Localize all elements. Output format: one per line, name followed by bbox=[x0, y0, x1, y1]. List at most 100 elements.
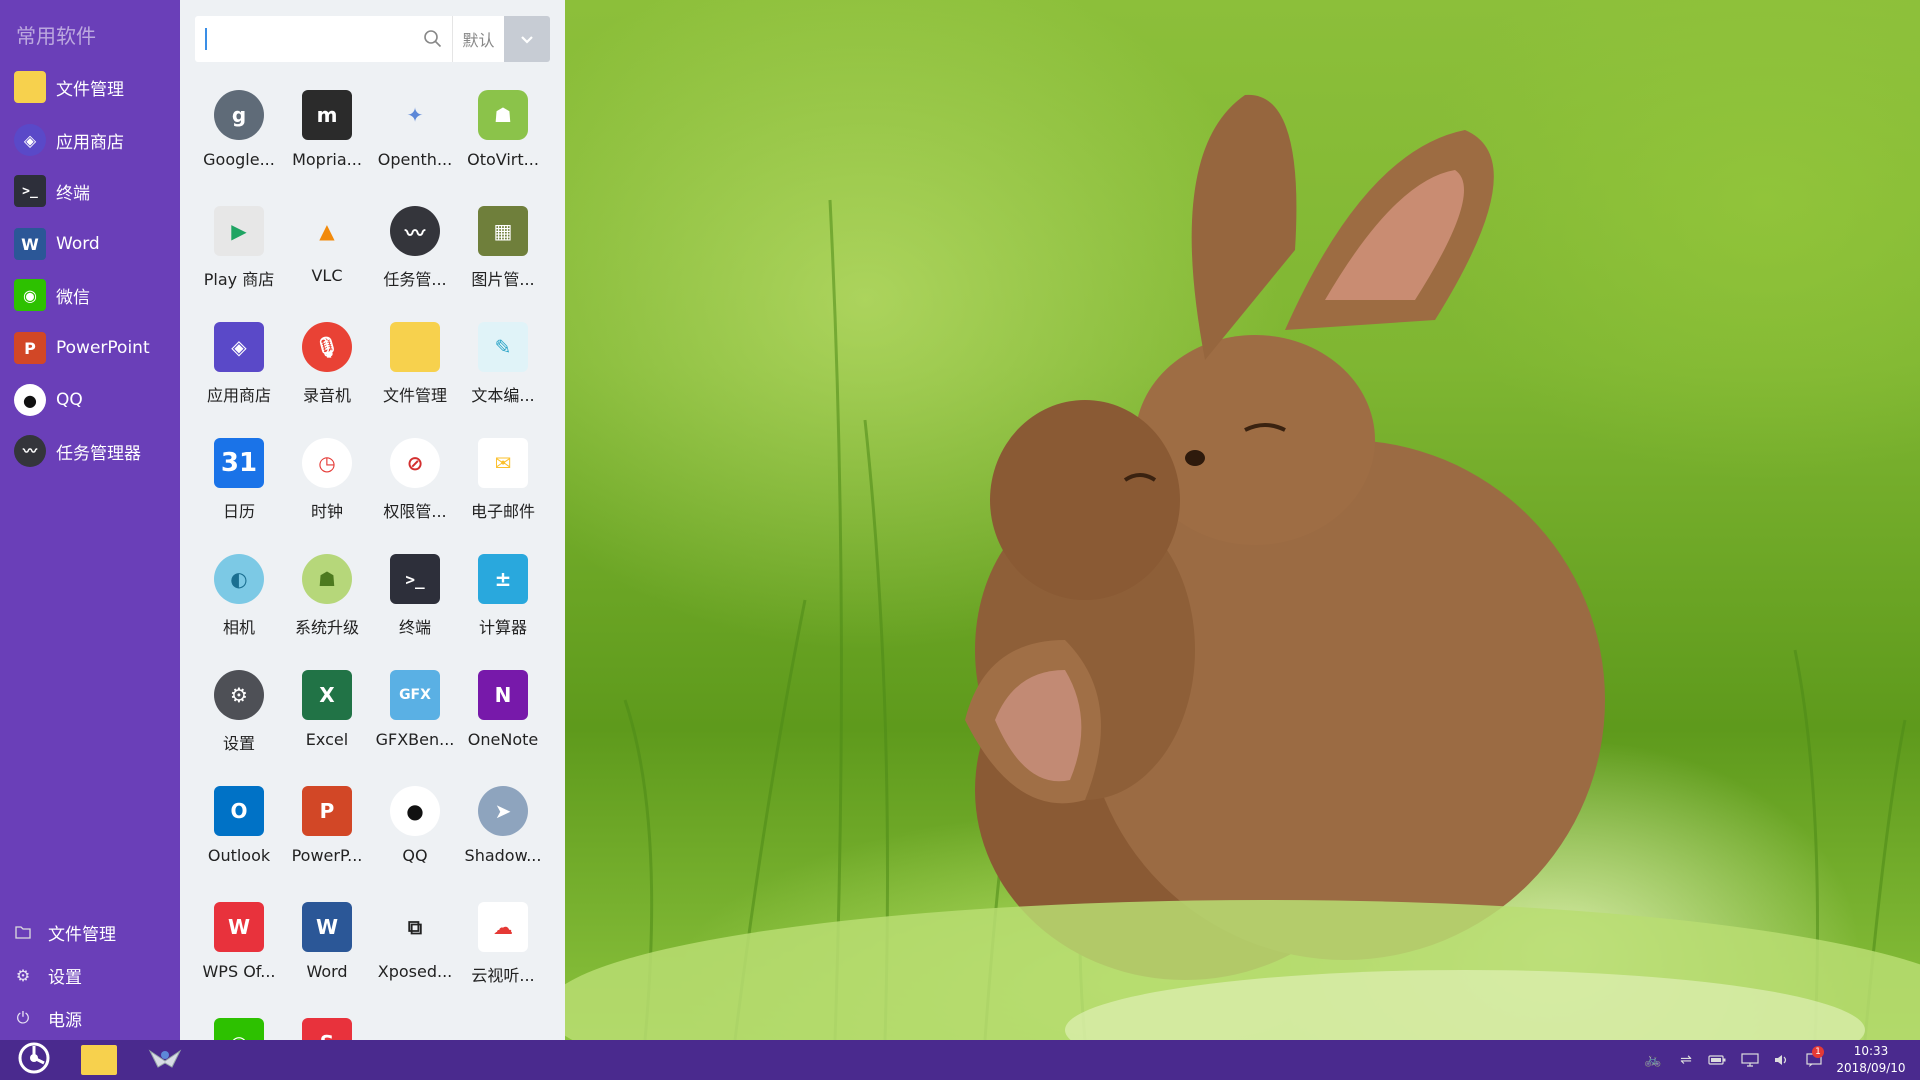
calculator-icon: ± bbox=[478, 554, 528, 604]
app-tile-wps-red[interactable]: S bbox=[283, 1008, 371, 1040]
app-tile-label: 云视听... bbox=[471, 966, 535, 985]
sidebar-item-terminal[interactable]: >_ 终端 bbox=[0, 168, 180, 214]
app-tile-label: 权限管... bbox=[383, 502, 447, 521]
search-icon[interactable] bbox=[413, 16, 453, 62]
app-tile-xposed[interactable]: ⧉ Xposed... bbox=[371, 892, 459, 1002]
app-tile-calendar[interactable]: 31 日历 bbox=[195, 428, 283, 538]
app-tile-microphone[interactable]: 🎙 录音机 bbox=[283, 312, 371, 422]
sidebar-item-app-store[interactable]: ◈ 应用商店 bbox=[0, 117, 180, 163]
app-tile-excel[interactable]: X Excel bbox=[283, 660, 371, 770]
app-tile-outlook[interactable]: O Outlook bbox=[195, 776, 283, 886]
sidebar-bottom-label: 电源 bbox=[48, 1010, 82, 1031]
app-tile-gallery[interactable]: ▦ 图片管... bbox=[459, 196, 547, 306]
settings-icon: ⚙ bbox=[214, 670, 264, 720]
app-tile-label: PowerP... bbox=[291, 846, 363, 865]
clock[interactable]: 10:33 2018/09/10 bbox=[1836, 1043, 1906, 1077]
mopria-icon: m bbox=[302, 90, 352, 140]
powerpoint-icon: P bbox=[14, 332, 46, 364]
gallery-icon: ▦ bbox=[478, 206, 528, 256]
app-tile-wps[interactable]: W WPS Of... bbox=[195, 892, 283, 1002]
app-tile-label: 应用商店 bbox=[206, 386, 271, 405]
sidebar-item-qq[interactable]: ● QQ bbox=[0, 377, 180, 423]
app-tile-android[interactable]: ☗ OtoVirt... bbox=[459, 80, 547, 190]
taskbar: 🚲 ⇌ 1 10:33 2018/09/10 bbox=[0, 1040, 1920, 1080]
taskbar-openthos-button[interactable] bbox=[146, 1040, 184, 1080]
app-tile-folder[interactable]: 文件管理 bbox=[371, 312, 459, 422]
app-tile-settings[interactable]: ⚙ 设置 bbox=[195, 660, 283, 770]
wps-red-icon: S bbox=[302, 1018, 352, 1040]
app-tile-email[interactable]: ✉ 电子邮件 bbox=[459, 428, 547, 538]
app-tile-google-settings[interactable]: g Google... bbox=[195, 80, 283, 190]
folder-icon bbox=[81, 1045, 117, 1075]
usb-icon[interactable]: ⇌ bbox=[1673, 1040, 1699, 1080]
app-tile-onenote[interactable]: N OneNote bbox=[459, 660, 547, 770]
sidebar-item-powerpoint[interactable]: P PowerPoint bbox=[0, 325, 180, 371]
sidebar-title: 常用软件 bbox=[16, 24, 96, 48]
outlook-icon: O bbox=[214, 786, 264, 836]
app-tile-calculator[interactable]: ± 计算器 bbox=[459, 544, 547, 654]
sort-label[interactable]: 默认 bbox=[452, 16, 504, 62]
sidebar-item-wechat[interactable]: ◉ 微信 bbox=[0, 272, 180, 318]
app-tile-play-store[interactable]: ▶ Play 商店 bbox=[195, 196, 283, 306]
sidebar-bottom-file-manager[interactable]: 文件管理 bbox=[0, 912, 180, 952]
battery-icon[interactable] bbox=[1704, 1040, 1730, 1080]
app-tile-label: WPS Of... bbox=[202, 962, 276, 981]
app-tile-label: 文件管理 bbox=[382, 386, 447, 405]
sidebar-item-label: 应用商店 bbox=[56, 132, 124, 153]
display-icon[interactable] bbox=[1737, 1040, 1763, 1080]
wechat-icon: ◉ bbox=[214, 1018, 264, 1040]
sidebar-item-task-manager[interactable]: 〰 任务管理器 bbox=[0, 428, 180, 474]
app-tile-label: Outlook bbox=[207, 846, 271, 865]
app-tile-label: GFXBen... bbox=[375, 730, 455, 749]
openthos-icon bbox=[148, 1045, 182, 1075]
system-update-icon: ☗ bbox=[302, 554, 352, 604]
vlc-icon: ▲ bbox=[302, 206, 352, 256]
wechat-icon: ◉ bbox=[14, 279, 46, 311]
app-tile-wechat[interactable]: ◉ bbox=[195, 1008, 283, 1040]
gear-icon: ⚙ bbox=[15, 965, 31, 985]
app-tile-word[interactable]: W Word bbox=[283, 892, 371, 1002]
app-tile-vlc[interactable]: ▲ VLC bbox=[283, 196, 371, 306]
app-tile-label: OtoVirt... bbox=[467, 150, 539, 169]
app-tile-powerpoint[interactable]: P PowerP... bbox=[283, 776, 371, 886]
terminal-icon: >_ bbox=[390, 554, 440, 604]
sort-dropdown-button[interactable] bbox=[504, 16, 550, 62]
android-icon: ☗ bbox=[478, 90, 528, 140]
app-tile-cloud-tv[interactable]: ☁ 云视听... bbox=[459, 892, 547, 1002]
sidebar-item-word[interactable]: W Word bbox=[0, 221, 180, 267]
app-tile-mopria[interactable]: m Mopria... bbox=[283, 80, 371, 190]
xposed-icon: ⧉ bbox=[390, 902, 440, 952]
app-tile-gfxbench[interactable]: GFX GFXBen... bbox=[371, 660, 459, 770]
clock-icon: ◷ bbox=[302, 438, 352, 488]
shadowsocks-icon: ➤ bbox=[478, 786, 528, 836]
sidebar-item-file-manager[interactable]: 文件管理 bbox=[0, 64, 180, 110]
sidebar-bottom-power[interactable]: ⏻ 电源 bbox=[0, 998, 180, 1038]
bike-icon[interactable]: 🚲 bbox=[1640, 1040, 1666, 1080]
app-tile-clock[interactable]: ◷ 时钟 bbox=[283, 428, 371, 538]
app-tile-camera[interactable]: ◐ 相机 bbox=[195, 544, 283, 654]
start-menu-icon bbox=[17, 1041, 51, 1079]
google-settings-icon: g bbox=[214, 90, 264, 140]
volume-icon[interactable] bbox=[1769, 1040, 1795, 1080]
app-drawer: 默认 g Google... m Mopria... ✦ Openth... ☗ OtoVir… bbox=[180, 0, 565, 1040]
bunnies-figurine bbox=[965, 94, 1605, 980]
app-tile-permission[interactable]: ⊘ 权限管... bbox=[371, 428, 459, 538]
start-menu-button[interactable] bbox=[12, 1040, 56, 1080]
onenote-icon: N bbox=[478, 670, 528, 720]
terminal-icon: >_ bbox=[14, 175, 46, 207]
app-tile-qq[interactable]: ● QQ bbox=[371, 776, 459, 886]
app-tile-terminal[interactable]: >_ 终端 bbox=[371, 544, 459, 654]
taskbar-file-manager-button[interactable] bbox=[80, 1040, 118, 1080]
app-tile-label: Xposed... bbox=[377, 962, 453, 981]
app-tile-system-update[interactable]: ☗ 系统升级 bbox=[283, 544, 371, 654]
openthos-icon: ✦ bbox=[390, 90, 440, 140]
app-tile-label: 电子邮件 bbox=[470, 502, 535, 521]
task-manager-icon: 〰 bbox=[14, 435, 46, 467]
app-tile-app-store[interactable]: ◈ 应用商店 bbox=[195, 312, 283, 422]
app-tile-task-manager[interactable]: 〰任务管... bbox=[371, 196, 459, 306]
app-tile-openthos[interactable]: ✦ Openth... bbox=[371, 80, 459, 190]
app-tile-shadowsocks[interactable]: ➤ Shadow... bbox=[459, 776, 547, 886]
app-tile-text-editor[interactable]: ✎ 文本编... bbox=[459, 312, 547, 422]
qq-icon: ● bbox=[14, 384, 46, 416]
sidebar-bottom-settings[interactable]: ⚙ 设置 bbox=[0, 955, 180, 995]
